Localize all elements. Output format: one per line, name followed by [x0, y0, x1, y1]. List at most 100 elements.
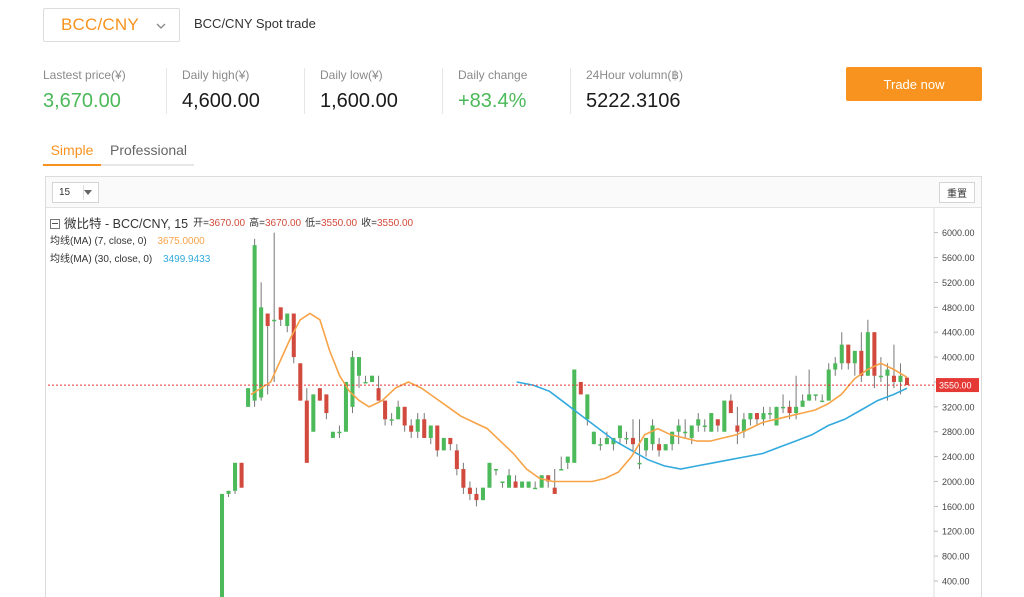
candle-body: [370, 375, 375, 382]
y-tick-label: 3200.00: [942, 402, 975, 412]
legend-symbol: 微比特 - BCC/CNY, 15: [64, 217, 189, 231]
candle-body: [565, 456, 570, 463]
chart-toolbar: 15 重置: [46, 177, 981, 208]
candle-body: [807, 394, 812, 401]
candle-body: [872, 332, 877, 376]
candle-body: [448, 437, 453, 445]
pair-selector[interactable]: BCC/CNY: [43, 8, 180, 42]
y-tick-label: 4400.00: [942, 328, 975, 338]
candle-body: [598, 444, 603, 446]
candle-body: [885, 369, 890, 376]
tab-professional[interactable]: Professional: [110, 142, 187, 164]
candle-body: [507, 475, 512, 488]
y-tick-label: 1200.00: [942, 527, 975, 537]
y-tick-label: 1600.00: [942, 502, 975, 512]
legend-ma7-value: 3675.0000: [157, 236, 205, 247]
reset-button[interactable]: 重置: [939, 182, 975, 203]
stat-24h-volume: 24Hour volumn(฿) 5222.3106: [586, 68, 683, 114]
y-tick-label: 5200.00: [942, 278, 975, 288]
candle-body: [833, 363, 838, 370]
candle-body: [520, 481, 525, 488]
candle-body: [317, 388, 322, 401]
candle-body: [246, 388, 251, 407]
candle-body: [591, 431, 596, 445]
divider: [570, 68, 571, 114]
legend-open-label: 开=: [193, 218, 209, 229]
y-tick-label: 6000.00: [942, 228, 975, 238]
candle-body: [878, 375, 883, 378]
candle-body: [578, 381, 583, 395]
candle-body: [846, 344, 851, 364]
legend-ma30-value: 3499.9433: [163, 254, 211, 265]
candle-body: [794, 406, 799, 414]
stat-value: 1,600.00: [320, 90, 398, 112]
collapse-icon[interactable]: [50, 219, 60, 229]
stat-label: Daily low(¥): [320, 68, 383, 82]
candle-body: [533, 487, 538, 490]
legend-high-value: 3670.00: [264, 218, 302, 229]
y-tick-label: 2800.00: [942, 427, 975, 437]
candle-body: [702, 425, 707, 427]
y-tick-label: 400.00: [942, 577, 970, 587]
candle-body: [265, 313, 270, 326]
stat-value: 5222.3106: [586, 90, 681, 112]
y-tick-label: 800.00: [942, 552, 970, 562]
y-tick-label: 2400.00: [942, 452, 975, 462]
candle-body: [781, 406, 786, 409]
legend-open-value: 3670.00: [208, 218, 246, 229]
candle-body: [891, 375, 896, 382]
legend-ma30-label: 均线(MA) (30, close, 0): [50, 254, 153, 265]
legend-close-label: 收=: [361, 218, 377, 229]
candle-body: [428, 425, 433, 438]
candle-body: [526, 481, 531, 488]
current-price-label: 3550.00: [939, 381, 972, 391]
stat-latest-price: Lastest price(¥) 3,670.00: [43, 68, 126, 114]
candle-body: [422, 419, 427, 438]
candle-body: [500, 481, 505, 483]
candle-body: [715, 419, 720, 426]
candle-body: [487, 462, 492, 488]
caret-down-icon: [84, 190, 92, 195]
trade-now-button[interactable]: Trade now: [846, 67, 982, 101]
pair-label: BCC/CNY: [61, 15, 139, 34]
candle-body: [774, 406, 779, 426]
chart-panel: 15 重置 微比特 - BCC/CNY, 15 开= 3670.00 高= 36…: [45, 176, 982, 597]
candle-body: [461, 469, 466, 488]
candle-body: [474, 493, 479, 501]
candle-body: [415, 419, 420, 432]
candle-body: [389, 419, 394, 421]
candle-body: [735, 425, 740, 432]
legend-high-label: 高=: [249, 218, 265, 229]
candle-body: [663, 444, 668, 451]
legend-close-value: 3550.00: [376, 218, 414, 229]
candle-body: [852, 350, 857, 364]
candle-body: [585, 394, 590, 420]
chevron-down-icon: [156, 23, 166, 29]
stat-label: Lastest price(¥): [43, 68, 126, 82]
candle-body: [233, 462, 238, 491]
candle-body: [337, 431, 342, 434]
candle-body: [839, 344, 844, 364]
candle-body: [396, 406, 401, 420]
divider: [304, 68, 305, 114]
stat-value: 3,670.00: [43, 90, 121, 112]
interval-selector[interactable]: 15: [52, 182, 99, 203]
candle-body: [748, 413, 753, 420]
y-tick-label: 4000.00: [942, 353, 975, 363]
tab-simple[interactable]: Simple: [43, 142, 101, 166]
candle-body: [604, 437, 609, 445]
candle-body: [617, 425, 622, 438]
candle-body: [624, 437, 629, 440]
candle-body: [402, 406, 407, 426]
candle-body: [324, 394, 329, 414]
candle-body: [754, 413, 759, 420]
candle-body: [728, 400, 733, 414]
candle-body: [637, 462, 642, 465]
candle-body: [376, 388, 381, 401]
candle-body: [820, 400, 825, 403]
candle-body: [767, 413, 773, 415]
divider: [442, 68, 443, 114]
candle-body: [800, 400, 805, 407]
candle-body: [904, 377, 910, 386]
candle-body: [311, 394, 316, 432]
